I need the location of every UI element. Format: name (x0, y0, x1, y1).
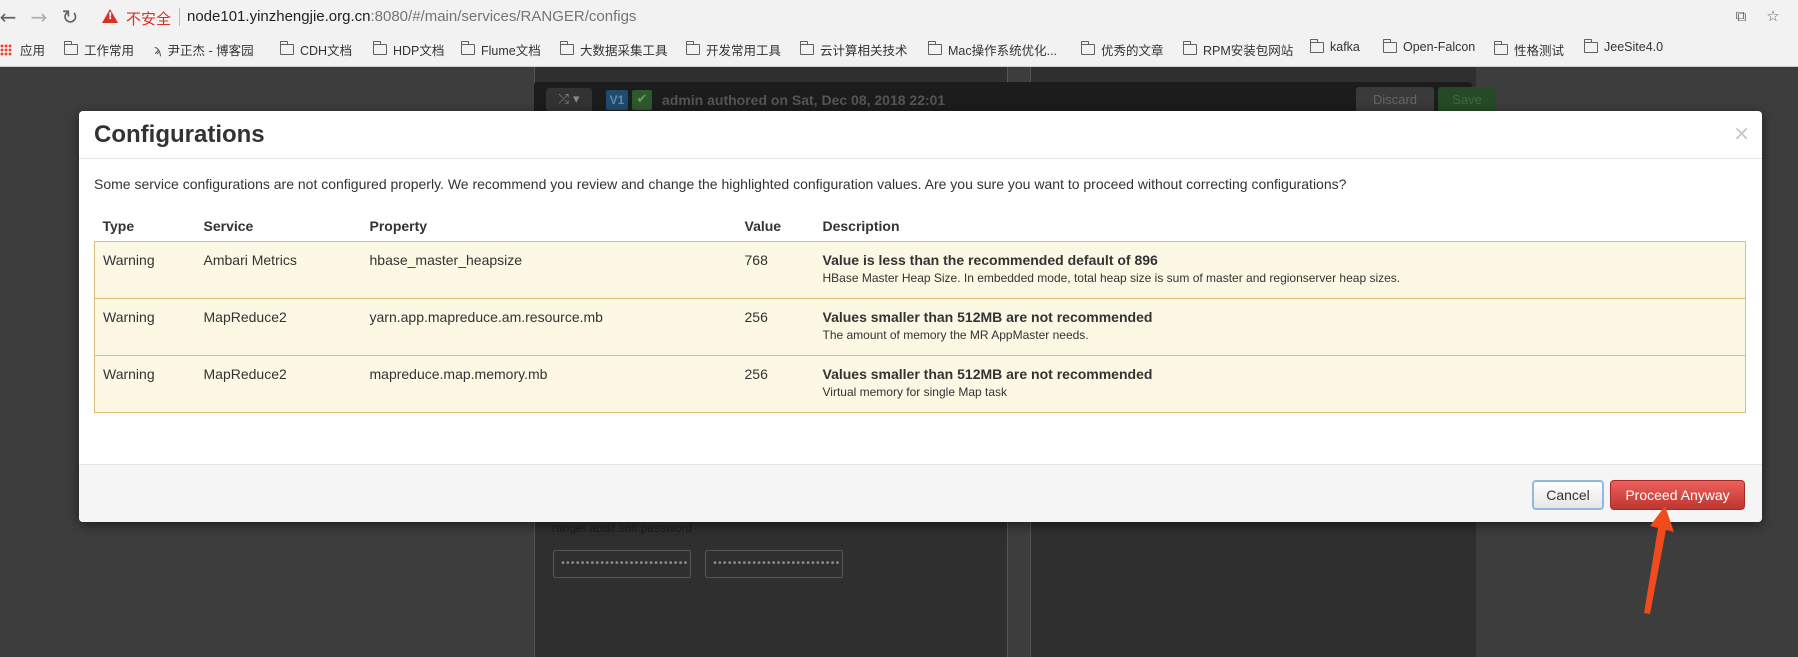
annotation-arrow-icon (1644, 506, 1674, 614)
